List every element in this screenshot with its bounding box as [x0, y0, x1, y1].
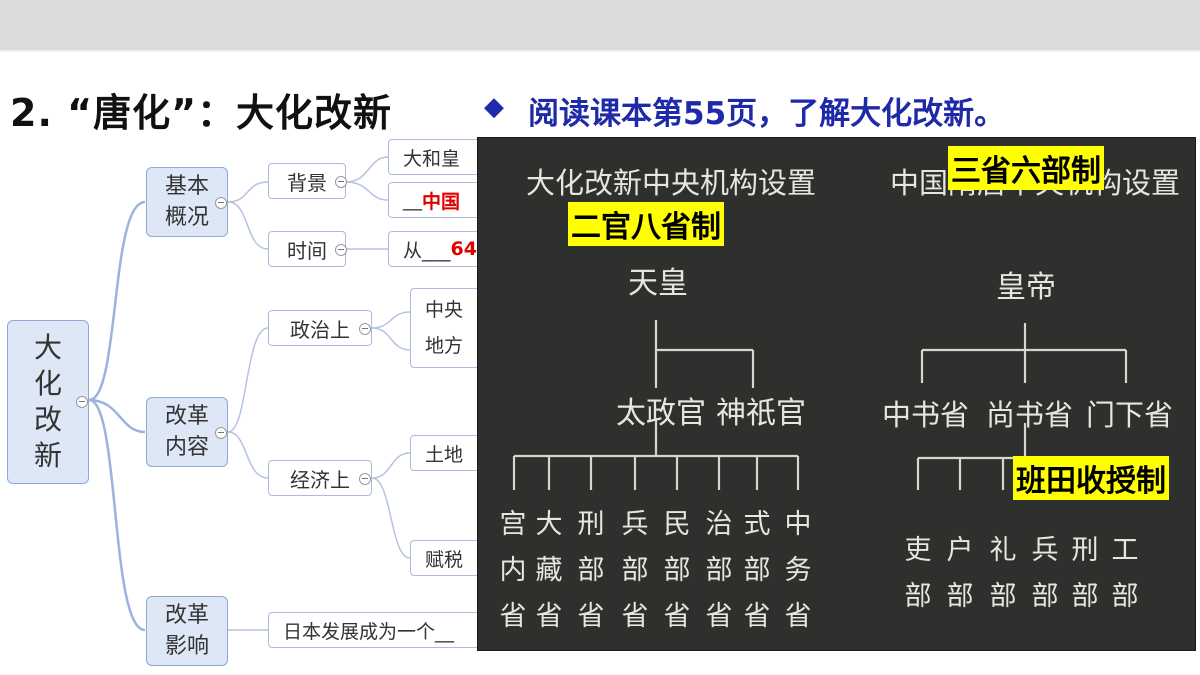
ministry-column: 中务省 [784, 509, 812, 632]
board-column: 吏部 [904, 535, 932, 612]
category-label: 改革 [164, 603, 209, 628]
collapse-toggle-icon[interactable] [76, 396, 88, 408]
board-column: 刑部 [1071, 535, 1099, 612]
blank-line: __ [403, 189, 422, 211]
ministry-column: 兵部省 [621, 509, 649, 632]
ministry-column: 刑部省 [577, 509, 605, 632]
board-column: 户部 [946, 535, 974, 612]
leaf-text: 从___ [403, 239, 451, 262]
ministry-column: 治部省 [705, 509, 733, 632]
grand-council-label: 太政官 [616, 396, 706, 431]
category-label: 概况 [164, 205, 209, 230]
collapse-toggle-icon[interactable] [335, 244, 347, 256]
leaf-text: 地方 [425, 335, 464, 357]
highlight-two-officials-eight-ministries: 二官八省制 [568, 202, 724, 246]
root-char: 化 [33, 367, 62, 400]
divinities-council-label: 神祇官 [716, 396, 806, 431]
collapse-toggle-icon[interactable] [359, 323, 371, 335]
ministry-column: 大藏省 [535, 509, 563, 632]
leaf-impact[interactable]: 日本发展成为一个__ [268, 612, 498, 648]
board-column: 礼部 [989, 535, 1017, 612]
left-chart-title: 大化改新中央机构设置 [526, 166, 817, 200]
sub-node-economy[interactable]: 经济上 [268, 460, 372, 496]
highlight-land-allotment-system: 班田收授制 [1013, 456, 1169, 500]
ministry-column: 民部省 [663, 509, 691, 632]
root-char: 新 [33, 439, 62, 472]
board-column: 工部 [1111, 535, 1139, 612]
tang-emperor-label: 皇帝 [996, 270, 1056, 305]
category-label: 内容 [164, 435, 209, 460]
root-char: 大 [33, 331, 62, 364]
highlight-three-departments-six-ministries: 三省六部制 [948, 146, 1104, 190]
sub-node-politics[interactable]: 政治上 [268, 310, 372, 346]
category-reform-impact[interactable]: 改革 影响 [146, 596, 228, 666]
ministry-column: 宫内省 [499, 509, 527, 632]
chancellery-label: 门下省 [1086, 398, 1174, 432]
emperor-label: 天皇 [628, 266, 688, 301]
leaf-text: 中央 [425, 299, 464, 321]
board-column: 兵部 [1031, 535, 1059, 612]
collapse-toggle-icon[interactable] [215, 197, 227, 209]
root-char: 改 [33, 403, 62, 436]
category-label: 影响 [164, 634, 209, 659]
collapse-toggle-icon[interactable] [335, 176, 347, 188]
category-label: 改革 [164, 404, 209, 429]
org-chart-image: 大化改新中央机构设置 中国隋唐中央机构设置 天皇 太政官 神祇官 宫内省 大藏省… [477, 137, 1196, 651]
category-label: 基本 [164, 174, 209, 199]
answer-text: 64 [450, 238, 477, 260]
ministry-column: 式部省 [743, 509, 771, 632]
department-of-state-label: 尚书省 [986, 398, 1074, 432]
collapse-toggle-icon[interactable] [215, 427, 227, 439]
secretariat-label: 中书省 [882, 398, 970, 432]
collapse-toggle-icon[interactable] [359, 473, 371, 485]
answer-text: 中国 [422, 190, 461, 213]
